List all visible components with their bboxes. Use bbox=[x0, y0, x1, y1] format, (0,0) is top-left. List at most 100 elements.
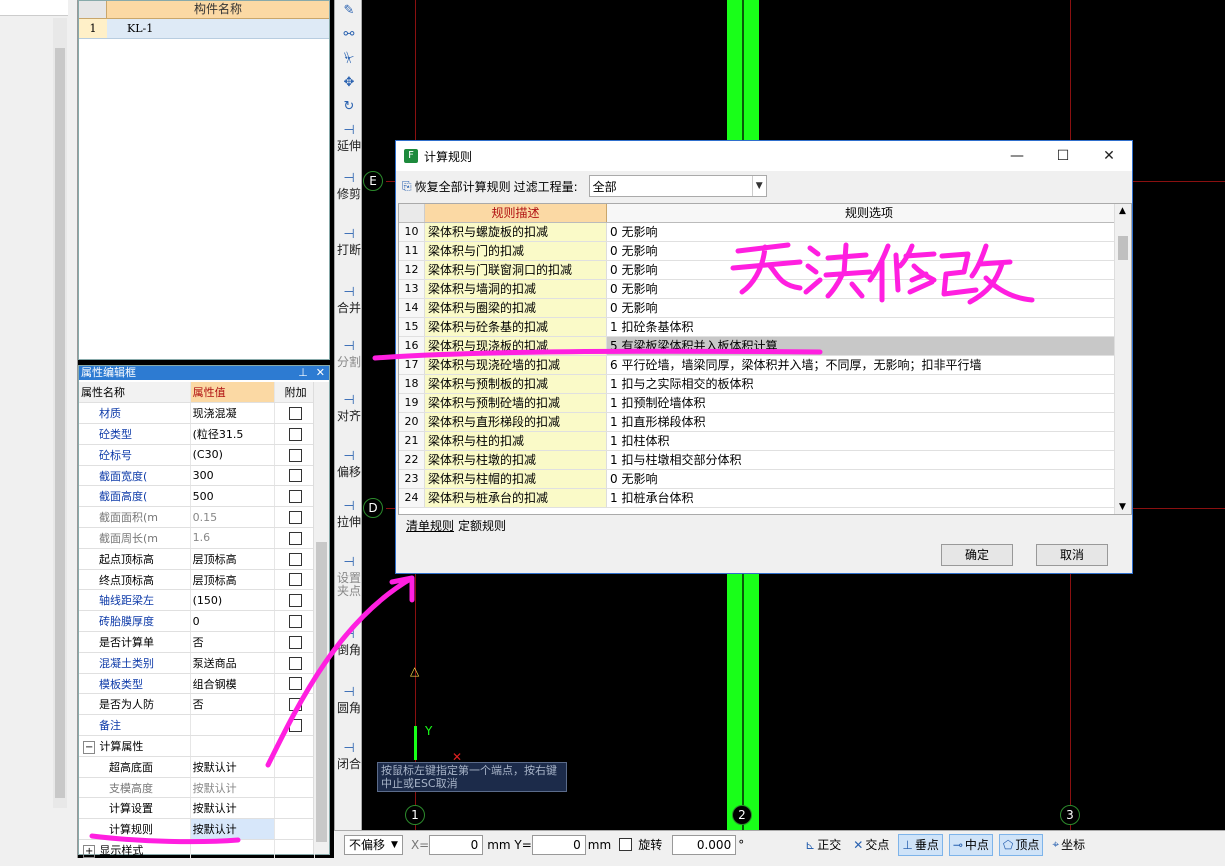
extra-checkbox[interactable] bbox=[289, 427, 303, 441]
property-row[interactable]: 终点顶标高 层顶标高 bbox=[79, 569, 315, 591]
rules-grid-scrollbar[interactable]: ▲ ▼ bbox=[1114, 204, 1131, 514]
rule-row[interactable]: 15 梁体积与砼条基的扣减 1 扣砼条基体积 bbox=[399, 318, 1131, 337]
property-row[interactable]: 截面面积(m 0.15 bbox=[79, 506, 315, 529]
component-row[interactable]: 1 KL-1 bbox=[79, 19, 329, 39]
rule-row[interactable]: 12 梁体积与门联窗洞口的扣减 0 无影响 bbox=[399, 261, 1131, 280]
rule-option[interactable]: 0 无影响 bbox=[607, 299, 1131, 317]
minimize-icon[interactable]: — bbox=[994, 148, 1040, 164]
toolbar-item-4[interactable]: 分割 bbox=[335, 356, 363, 369]
ok-button[interactable]: 确定 bbox=[941, 544, 1013, 566]
scroll-down-icon[interactable]: ▼ bbox=[1119, 502, 1126, 512]
property-value[interactable]: 0 bbox=[190, 610, 276, 633]
toolbar-item-icon[interactable]: ⊣ bbox=[341, 172, 357, 186]
property-value[interactable]: (C30) bbox=[190, 444, 276, 466]
toolbar-icon[interactable]: ✎ bbox=[341, 4, 357, 18]
property-value[interactable]: (150) bbox=[190, 589, 276, 612]
snap-button-vertex[interactable]: ⬠ 顶点 bbox=[998, 833, 1044, 856]
property-value[interactable]: 否 bbox=[190, 693, 276, 716]
toolbar-item-0[interactable]: 延伸 bbox=[335, 140, 363, 153]
rule-option[interactable]: 1 扣砼条基体积 bbox=[607, 318, 1131, 336]
toolbar-icon[interactable]: ⚯ bbox=[341, 28, 357, 42]
property-row[interactable]: 起点顶标高 层顶标高 bbox=[79, 548, 315, 570]
toolbar-item-1[interactable]: 修剪 bbox=[335, 188, 363, 201]
toolbar-item-icon[interactable]: ⊣ bbox=[341, 450, 357, 464]
snap-button-intersection[interactable]: ✕ 交点 bbox=[850, 834, 892, 856]
rule-row[interactable]: 21 梁体积与柱的扣减 1 扣柱体积 bbox=[399, 432, 1131, 451]
rule-option[interactable]: 5 有梁板梁体积并入板体积计算 bbox=[607, 337, 1131, 355]
toolbar-item-icon[interactable]: ⊣ bbox=[341, 286, 357, 300]
property-row[interactable]: 砖胎膜厚度 0 bbox=[79, 610, 315, 633]
rule-row[interactable]: 20 梁体积与直形梯段的扣减 1 扣直形梯段体积 bbox=[399, 413, 1131, 432]
property-value[interactable]: 0.15 bbox=[190, 506, 276, 529]
restore-icon[interactable]: ⎘ bbox=[402, 179, 412, 194]
extra-checkbox[interactable] bbox=[289, 469, 303, 483]
property-value[interactable]: 层顶标高 bbox=[190, 569, 276, 591]
toolbar-item-icon[interactable]: ⊣ bbox=[341, 228, 357, 242]
extra-checkbox[interactable] bbox=[289, 552, 303, 566]
rule-option[interactable]: 1 扣桩承台体积 bbox=[607, 489, 1131, 507]
property-row[interactable]: 是否为人防否 bbox=[79, 693, 315, 716]
rule-row[interactable]: 22 梁体积与柱墩的扣减 1 扣与柱墩相交部分体积 bbox=[399, 451, 1131, 470]
calc-group-label[interactable]: − 计算属性 bbox=[79, 735, 191, 757]
property-row[interactable]: 是否计算单否 bbox=[79, 631, 315, 653]
restore-all-rules-button[interactable]: 恢复全部计算规则 bbox=[415, 178, 511, 195]
maximize-icon[interactable]: ☐ bbox=[1040, 148, 1086, 164]
toolbar-item-icon[interactable]: ⊣ bbox=[341, 742, 357, 756]
snap-button-orthogonal[interactable]: ⊾ 正交 bbox=[802, 834, 844, 856]
property-value[interactable]: 组合钢模 bbox=[190, 673, 276, 695]
scroll-up-icon[interactable]: ▲ bbox=[1119, 206, 1126, 216]
toolbar-icon[interactable]: ✥ bbox=[341, 76, 357, 90]
rule-option[interactable]: 6 平行砼墙，墙梁同厚，梁体积并入墙；不同厚，无影响；扣非平行墙 bbox=[607, 356, 1131, 374]
collapse-icon[interactable]: − bbox=[83, 740, 96, 754]
calc-property-row[interactable]: 超高底面 按默认计 bbox=[79, 756, 315, 778]
extra-checkbox[interactable] bbox=[289, 635, 303, 649]
toolbar-icon[interactable]: ⏧ bbox=[341, 52, 357, 66]
filter-quantity-select[interactable]: 全部 ▼ bbox=[588, 175, 767, 197]
extra-checkbox[interactable] bbox=[289, 718, 303, 732]
property-value[interactable]: 500 bbox=[190, 485, 276, 508]
rule-option[interactable]: 0 无影响 bbox=[607, 223, 1131, 241]
toolbar-icon[interactable]: ↻ bbox=[341, 100, 357, 114]
property-value[interactable]: 现浇混凝 bbox=[190, 402, 276, 425]
toolbar-item-icon[interactable]: ⊣ bbox=[341, 124, 357, 138]
toolbar-item-7[interactable]: 拉伸 bbox=[335, 516, 363, 529]
extra-checkbox[interactable] bbox=[289, 448, 303, 462]
rule-row[interactable]: 13 梁体积与墙洞的扣减 0 无影响 bbox=[399, 280, 1131, 299]
rule-row[interactable]: 16 梁体积与现浇板的扣减 5 有梁板梁体积并入板体积计算 bbox=[399, 337, 1131, 356]
toolbar-item-3[interactable]: 合并 bbox=[335, 302, 363, 315]
rule-option[interactable]: 1 扣与柱墩相交部分体积 bbox=[607, 451, 1131, 469]
toolbar-item-11[interactable]: 闭合 bbox=[335, 758, 363, 771]
property-row[interactable]: 截面宽度(300 bbox=[79, 465, 315, 487]
rule-option[interactable]: 0 无影响 bbox=[607, 280, 1131, 298]
rule-row[interactable]: 11 梁体积与门的扣减 0 无影响 bbox=[399, 242, 1131, 261]
extra-checkbox[interactable] bbox=[289, 594, 303, 608]
dialog-titlebar[interactable]: F 计算规则 — ☐ ✕ bbox=[396, 141, 1132, 171]
extra-checkbox[interactable] bbox=[289, 677, 303, 691]
y-input[interactable]: 0 bbox=[531, 834, 586, 855]
rotate-input[interactable]: 0.000 bbox=[672, 834, 737, 855]
rule-option[interactable]: 1 扣与之实际相交的板体积 bbox=[607, 375, 1131, 393]
toolbar-item-icon[interactable]: ⊣ bbox=[341, 556, 357, 570]
rule-option[interactable]: 1 扣柱体积 bbox=[607, 432, 1131, 450]
toolbar-item-2[interactable]: 打断 bbox=[335, 244, 363, 257]
property-row[interactable]: 砼类型 (粒径31.5 bbox=[79, 423, 315, 445]
property-row[interactable]: 截面周长(m 1.6 bbox=[79, 527, 315, 549]
rule-row[interactable]: 24 梁体积与桩承台的扣减 1 扣桩承台体积 bbox=[399, 489, 1131, 508]
toolbar-item-5[interactable]: 对齐 bbox=[335, 410, 363, 423]
property-value[interactable]: (粒径31.5 bbox=[190, 423, 276, 445]
toolbar-item-6[interactable]: 偏移 bbox=[335, 466, 363, 479]
expand-icon[interactable]: + bbox=[83, 844, 96, 858]
toolbar-item-icon[interactable]: ⊣ bbox=[341, 500, 357, 514]
toolbar-item-icon[interactable]: ⊣ bbox=[341, 394, 357, 408]
property-value[interactable]: 否 bbox=[190, 631, 276, 653]
close-icon[interactable]: ✕ bbox=[316, 366, 325, 380]
rule-row[interactable]: 19 梁体积与预制砼墙的扣减 1 扣预制砼墙体积 bbox=[399, 394, 1131, 413]
chevron-down-icon[interactable]: ▼ bbox=[751, 176, 766, 196]
calc-property-row[interactable]: 计算规则 按默认计 bbox=[79, 818, 315, 841]
toolbar-item-8[interactable]: 设置夹点 bbox=[335, 572, 363, 598]
property-row[interactable]: 轴线距梁左 (150) bbox=[79, 589, 315, 612]
property-value[interactable] bbox=[190, 714, 276, 737]
property-panel-scrollbar[interactable] bbox=[313, 382, 329, 854]
x-input[interactable]: 0 bbox=[429, 834, 484, 855]
cancel-button[interactable]: 取消 bbox=[1036, 544, 1108, 566]
